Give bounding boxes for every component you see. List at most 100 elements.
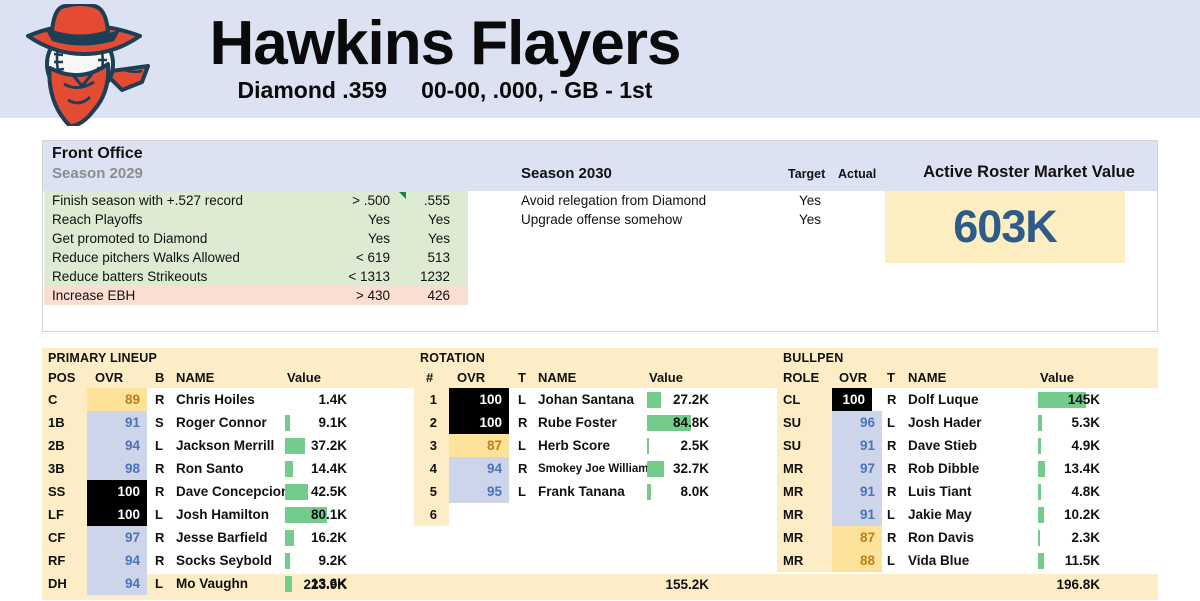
row-handedness: R <box>518 461 528 476</box>
goal-label: Finish season with +.527 record <box>52 193 243 208</box>
table-row[interactable]: DH 94 L Mo Vaughn 13.6K <box>42 572 414 595</box>
table-row[interactable]: MR 91 R Luis Tiant 4.8K <box>777 480 1158 503</box>
goal-actual: .555 <box>423 193 450 208</box>
row-player-name[interactable]: Rube Foster <box>538 411 617 434</box>
row-handedness: R <box>887 530 897 545</box>
row-player-name[interactable]: Rob Dibble <box>908 457 979 480</box>
bullpen-total: 196.8K <box>1056 577 1100 592</box>
row-player-name[interactable]: Luis Tiant <box>908 480 972 503</box>
rotation-col-ovr: OVR <box>457 370 486 385</box>
row-player-name[interactable]: Dolf Luque <box>908 388 979 411</box>
row-player-name[interactable]: Dave Stieb <box>908 434 977 457</box>
row-position: CF <box>42 526 87 549</box>
row-handedness: R <box>155 553 165 568</box>
table-row[interactable]: 3 87 L Herb Score 2.5K <box>414 434 786 457</box>
row-value: 4.8K <box>1071 484 1100 499</box>
table-row[interactable]: 2B 94 L Jackson Merrill 37.2K <box>42 434 414 457</box>
row-player-name[interactable]: Mo Vaughn <box>176 572 248 595</box>
table-row[interactable]: SU 91 R Dave Stieb 4.9K <box>777 434 1158 457</box>
row-position: SS <box>42 480 87 503</box>
table-row[interactable]: MR 97 R Rob Dibble 13.4K <box>777 457 1158 480</box>
lineup-col-pos: POS <box>48 370 76 385</box>
table-row[interactable]: 6 <box>414 503 786 526</box>
row-overall-rating: 100 <box>832 388 872 411</box>
row-value: 27.2K <box>672 392 709 407</box>
table-row[interactable]: RF 94 R Socks Seybold 9.2K <box>42 549 414 572</box>
row-position: MR <box>777 526 832 549</box>
row-overall-rating: 94 <box>87 549 147 572</box>
row-player-name[interactable]: Josh Hader <box>908 411 982 434</box>
row-overall-rating: 87 <box>449 434 509 457</box>
row-value: 145K <box>1067 392 1100 407</box>
row-handedness: L <box>887 553 895 568</box>
row-handedness: L <box>887 507 895 522</box>
table-row[interactable]: C 89 R Chris Hoiles 1.4K <box>42 388 414 411</box>
row-player-name[interactable]: Ron Santo <box>176 457 244 480</box>
row-overall-rating: 96 <box>832 411 882 434</box>
table-row[interactable]: SU 96 L Josh Hader 5.3K <box>777 411 1158 434</box>
front-office-panel: Front Office Season 2029 Season 2030 Tar… <box>42 140 1158 332</box>
row-value: 16.2K <box>310 530 347 545</box>
table-row[interactable]: MR 91 L Jakie May 10.2K <box>777 503 1158 526</box>
row-overall-rating: 94 <box>87 434 147 457</box>
table-row[interactable]: 5 95 L Frank Tanana 8.0K <box>414 480 786 503</box>
table-row[interactable]: CL 100 R Dolf Luque 145K <box>777 388 1158 411</box>
table-row[interactable]: MR 88 L Vida Blue 11.5K <box>777 549 1158 572</box>
table-row[interactable]: 1 100 L Johan Santana 27.2K <box>414 388 786 411</box>
row-overall-rating: 100 <box>87 503 147 526</box>
row-position: CL <box>777 388 832 411</box>
row-player-name[interactable]: Jakie May <box>908 503 972 526</box>
table-row[interactable]: LF 100 L Josh Hamilton 80.1K <box>42 503 414 526</box>
row-position: SU <box>777 411 832 434</box>
lineup-col-hand: B <box>155 370 165 385</box>
table-row[interactable]: CF 97 R Jesse Barfield 16.2K <box>42 526 414 549</box>
row-handedness: R <box>887 461 897 476</box>
row-value: 2.5K <box>680 438 709 453</box>
goal-label: Reduce pitchers Walks Allowed <box>52 250 240 265</box>
row-position: 2B <box>42 434 87 457</box>
row-handedness: R <box>887 438 897 453</box>
row-overall-rating: 98 <box>87 457 147 480</box>
row-handedness: L <box>518 438 526 453</box>
row-position: 3B <box>42 457 87 480</box>
goal-target: Yes <box>798 193 822 208</box>
rotation-total: 155.2K <box>665 577 709 592</box>
row-player-name[interactable]: Chris Hoiles <box>176 388 255 411</box>
goal-row: Increase EBH > 430 426 <box>44 286 468 305</box>
row-position: 1 <box>414 388 449 411</box>
lineup-total: 223.9K <box>303 577 347 592</box>
row-handedness: S <box>155 415 164 430</box>
goal-target: < 619 <box>355 250 390 265</box>
row-overall-rating: 91 <box>832 503 882 526</box>
goal-row: Finish season with +.527 record > .500 .55… <box>44 191 468 210</box>
row-player-name[interactable]: Ron Davis <box>908 526 974 549</box>
row-player-name[interactable]: Josh Hamilton <box>176 503 269 526</box>
table-row[interactable]: 1B 91 S Roger Connor 9.1K <box>42 411 414 434</box>
row-overall-rating: 91 <box>832 480 882 503</box>
row-handedness: R <box>155 484 165 499</box>
row-value: 9.1K <box>318 415 347 430</box>
row-value: 10.2K <box>1063 507 1100 522</box>
goal-actual: 426 <box>427 288 450 303</box>
row-overall-rating: 89 <box>87 388 147 411</box>
row-player-name[interactable]: Vida Blue <box>908 549 969 572</box>
table-row[interactable]: 4 94 R Smokey Joe Williams 32.7K <box>414 457 786 480</box>
table-row[interactable]: SS 100 R Dave Concepcion 42.5K <box>42 480 414 503</box>
season-current-goals-list: Avoid relegation from Diamond Yes Upgrade … <box>521 191 881 229</box>
row-overall-rating: 94 <box>87 572 147 595</box>
row-overall-rating: 100 <box>87 480 147 503</box>
row-player-name[interactable]: Herb Score <box>538 434 610 457</box>
row-position: 3 <box>414 434 449 457</box>
league-label: Diamond .359 <box>237 77 388 104</box>
lineup-col-value: Value <box>287 370 321 385</box>
actual-column-header: Actual <box>838 167 877 181</box>
row-player-name[interactable]: Jesse Barfield <box>176 526 268 549</box>
row-player-name[interactable]: Frank Tanana <box>538 480 625 503</box>
table-row[interactable]: 3B 98 R Ron Santo 14.4K <box>42 457 414 480</box>
table-row[interactable]: 2 100 R Rube Foster 84.8K <box>414 411 786 434</box>
roster-area: PRIMARY LINEUP POS OVR B NAME Value C 89 R… <box>42 348 1158 600</box>
row-player-name[interactable]: Roger Connor <box>176 411 267 434</box>
table-row[interactable]: MR 87 R Ron Davis 2.3K <box>777 526 1158 549</box>
row-value: 2.3K <box>1071 530 1100 545</box>
row-overall-rating: 97 <box>832 457 882 480</box>
